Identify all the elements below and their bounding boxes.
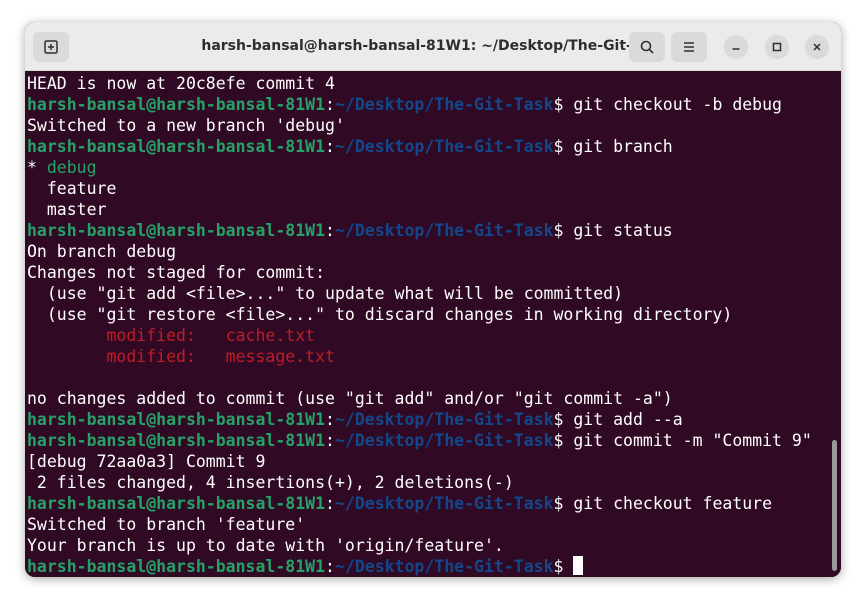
terminal-output[interactable]: HEAD is now at 20c8efe commit 4 harsh-ban… [25,71,841,577]
prompt-symbol: $ [553,410,574,429]
prompt-separator: : [325,95,335,114]
maximize-icon [772,42,782,52]
command-text: git branch [573,137,673,156]
output-text: Switched to a new branch 'debug' [27,116,345,135]
output-text: HEAD is now at 20c8efe commit 4 [27,74,335,93]
output-line: Your branch is up to date with 'origin/f… [27,535,827,556]
menu-button[interactable] [671,32,707,62]
prompt-symbol: $ [553,95,574,114]
prompt-user: harsh-bansal@harsh-bansal-81W1 [27,221,326,240]
output-text: Switched to branch 'feature' [27,515,306,534]
output-text: (use "git restore <file>..." to discard … [27,305,733,324]
close-button[interactable] [805,35,829,59]
output-line: feature [27,178,827,199]
prompt-user: harsh-bansal@harsh-bansal-81W1 [27,410,326,429]
prompt-line: harsh-bansal@harsh-bansal-81W1:~/Desktop… [27,493,827,514]
prompt-path: ~/Desktop/The-Git-Task [334,221,554,240]
maximize-button[interactable] [765,35,789,59]
prompt-symbol: $ [553,221,574,240]
prompt-line: harsh-bansal@harsh-bansal-81W1:~/Desktop… [27,409,827,430]
prompt-separator: : [325,410,335,429]
prompt-user: harsh-bansal@harsh-bansal-81W1 [27,494,326,513]
output-line: HEAD is now at 20c8efe commit 4 [27,73,827,94]
command-text: git commit -m "Commit 9" [573,431,812,450]
prompt-path: ~/Desktop/The-Git-Task [334,137,554,156]
output-line: On branch debug [27,241,827,262]
prompt-separator: : [325,557,335,576]
title-bar[interactable]: harsh-bansal@harsh-bansal-81W1: ~/Deskto… [25,22,841,71]
terminal-lines: HEAD is now at 20c8efe commit 4 harsh-ban… [27,73,827,577]
output-text: Your branch is up to date with 'origin/f… [27,536,504,555]
prompt-line: harsh-bansal@harsh-bansal-81W1:~/Desktop… [27,94,827,115]
output-line: Changes not staged for commit: [27,262,827,283]
prompt-symbol: $ [553,557,574,576]
search-icon [640,40,654,54]
output-line: 2 files changed, 4 insertions(+), 2 dele… [27,472,827,493]
prompt-user: harsh-bansal@harsh-bansal-81W1 [27,557,326,576]
prompt-separator: : [325,221,335,240]
text-cursor [573,556,584,575]
prompt-symbol: $ [553,431,574,450]
current-branch-name: debug [46,158,97,177]
output-text: master [27,200,107,219]
hamburger-menu-icon [684,42,694,52]
prompt-line: harsh-bansal@harsh-bansal-81W1:~/Desktop… [27,430,827,451]
close-icon [813,43,821,51]
command-text: git checkout feature [573,494,773,513]
output-line: [debug 72aa0a3] Commit 9 [27,451,827,472]
command-text: git status [573,221,673,240]
output-line: Switched to branch 'feature' [27,514,827,535]
prompt-path: ~/Desktop/The-Git-Task [334,95,554,114]
minimize-icon [732,48,740,50]
minimize-button[interactable] [724,35,748,59]
prompt-symbol: $ [553,137,574,156]
modified-file-line: modified: cache.txt [27,325,827,346]
prompt-user: harsh-bansal@harsh-bansal-81W1 [27,431,326,450]
output-text: On branch debug [27,242,177,261]
output-text: feature [27,179,117,198]
current-branch-line: * debug [27,157,827,178]
prompt-line: harsh-bansal@harsh-bansal-81W1:~/Desktop… [27,220,827,241]
output-line: no changes added to commit (use "git add… [27,388,827,409]
prompt-line: harsh-bansal@harsh-bansal-81W1:~/Desktop… [27,136,827,157]
window-title: harsh-bansal@harsh-bansal-81W1: ~/Deskto… [201,38,665,54]
output-text: no changes added to commit (use "git add… [27,389,673,408]
prompt-symbol: $ [553,494,574,513]
modified-file-text: modified: message.txt [27,347,335,366]
modified-file-line: modified: message.txt [27,346,827,367]
command-text: git add --a [573,410,683,429]
prompt-separator: : [325,137,335,156]
output-text: Changes not staged for commit: [27,263,326,282]
prompt-user: harsh-bansal@harsh-bansal-81W1 [27,137,326,156]
search-button[interactable] [629,32,665,62]
prompt-path: ~/Desktop/The-Git-Task [334,494,554,513]
output-line: (use "git restore <file>..." to discard … [27,304,827,325]
prompt-separator: : [325,494,335,513]
modified-file-text: modified: cache.txt [27,326,316,345]
output-text: (use "git add <file>..." to update what … [27,284,624,303]
prompt-user: harsh-bansal@harsh-bansal-81W1 [27,95,326,114]
current-branch-marker: * [27,158,47,177]
terminal-window: harsh-bansal@harsh-bansal-81W1: ~/Deskto… [25,22,841,577]
prompt-separator: : [325,431,335,450]
output-text: 2 files changed, 4 insertions(+), 2 dele… [27,473,514,492]
output-text: [debug 72aa0a3] Commit 9 [27,452,266,471]
output-line: (use "git add <file>..." to update what … [27,283,827,304]
prompt-path: ~/Desktop/The-Git-Task [334,557,554,576]
command-text: git checkout -b debug [573,95,782,114]
output-line: Switched to a new branch 'debug' [27,115,827,136]
prompt-path: ~/Desktop/The-Git-Task [334,410,554,429]
scrollbar[interactable] [832,440,837,571]
prompt-path: ~/Desktop/The-Git-Task [334,431,554,450]
output-line: master [27,199,827,220]
prompt-line: harsh-bansal@harsh-bansal-81W1:~/Desktop… [27,556,827,577]
